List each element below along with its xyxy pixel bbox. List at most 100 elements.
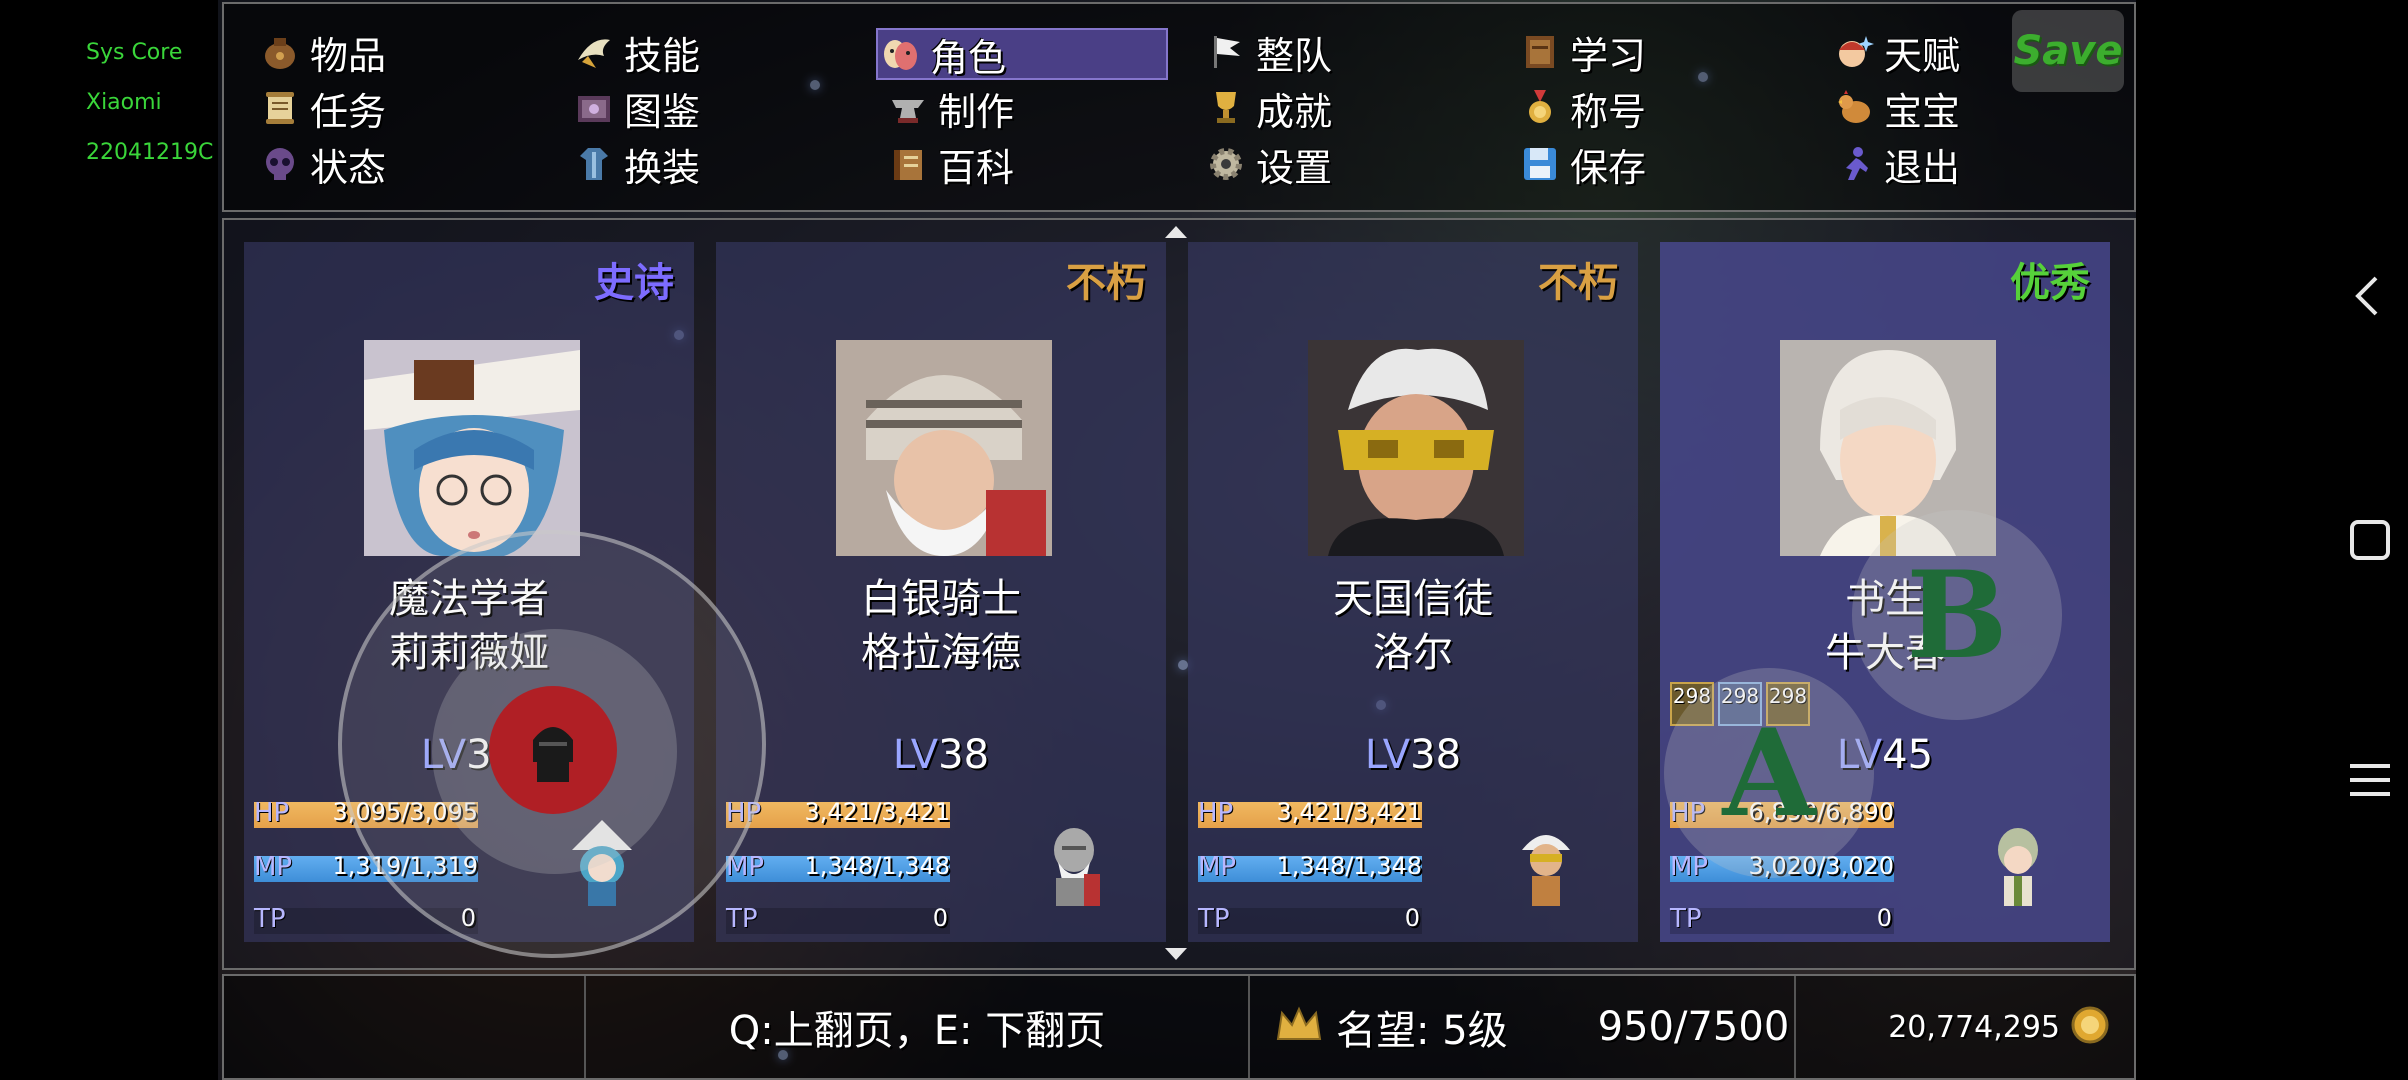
- menu-label: 保存: [1570, 145, 1647, 190]
- anvil-icon: [886, 86, 930, 130]
- menu-item-achievements[interactable]: 成就: [1204, 82, 1504, 134]
- character-sprite: [1034, 820, 1114, 910]
- level-prefix: LV: [892, 732, 939, 778]
- action-b-button[interactable]: B: [1852, 510, 2062, 720]
- menu-item-exit[interactable]: 退出: [1832, 138, 2132, 190]
- floppy-disk-icon: [1518, 142, 1562, 186]
- menu-label: 退出: [1884, 145, 1961, 190]
- character-sprite: [1506, 820, 1586, 910]
- menu-label: 技能: [624, 33, 701, 78]
- menu-label: 整队: [1256, 33, 1333, 78]
- gear-icon: [1204, 142, 1248, 186]
- menu-label: 图鉴: [624, 89, 701, 134]
- reputation-segment: 名望: 5级 950/7500: [1248, 976, 1794, 1078]
- character-level: LV38: [1188, 732, 1638, 778]
- page-down-arrow[interactable]: [1165, 948, 1187, 960]
- menu-item-skills[interactable]: 技能: [572, 26, 872, 78]
- gold-amount: 20,774,295: [1888, 1009, 2060, 1045]
- system-overlay: Sys Core Xiaomi 22041219C: [86, 28, 213, 178]
- hp-value: 3,421/3,421: [1276, 798, 1423, 826]
- back-icon[interactable]: [2342, 268, 2398, 324]
- character-level: LV38: [716, 732, 1166, 778]
- character-sprite: [1978, 820, 2058, 910]
- trophy-icon: [1204, 86, 1248, 130]
- gold-coin-icon: [2070, 1005, 2110, 1049]
- paging-hint-segment: Q:上翻页，E: 下翻页: [584, 976, 1248, 1078]
- menu-item-character[interactable]: 角色: [876, 28, 1168, 80]
- paging-hint: Q:上翻页，E: 下翻页: [728, 1008, 1106, 1054]
- tp-value: 0: [1876, 904, 1892, 932]
- book-icon: [1518, 30, 1562, 74]
- skill-wing-icon: [572, 30, 616, 74]
- page-up-arrow[interactable]: [1165, 226, 1187, 238]
- action-a-button[interactable]: A: [1664, 668, 1874, 878]
- reputation-progress: 950/7500: [1597, 1004, 1790, 1050]
- menu-item-items[interactable]: 物品: [258, 26, 558, 78]
- tp-value: 0: [1404, 904, 1420, 932]
- level-value: 38: [938, 732, 990, 778]
- character-card[interactable]: 不朽 白银骑士 格拉海德 LV38 HP 3,421/3,421 MP 1,34…: [716, 242, 1166, 942]
- menu-item-status[interactable]: 状态: [258, 138, 558, 190]
- overlay-line-1: Sys Core: [86, 40, 183, 65]
- menu-item-titles[interactable]: 称号: [1518, 82, 1818, 134]
- exit-runner-icon: [1832, 142, 1876, 186]
- character-class: 白银骑士: [861, 576, 1021, 622]
- android-navigation-bar: [2330, 0, 2408, 1080]
- virtual-joystick[interactable]: [338, 530, 766, 958]
- crown-icon: [1276, 1005, 1322, 1049]
- menu-label: 宝宝: [1884, 89, 1961, 134]
- level-value: 38: [1410, 732, 1462, 778]
- menu-label: 成就: [1256, 89, 1333, 134]
- mp-value: 1,348/1,348: [804, 852, 951, 880]
- catalog-book-icon: [572, 86, 616, 130]
- bottom-empty-segment: [224, 976, 584, 1078]
- outfit-icon: [572, 142, 616, 186]
- character-portrait: [364, 340, 580, 556]
- level-prefix: LV: [1364, 732, 1411, 778]
- menu-item-learn[interactable]: 学习: [1518, 26, 1818, 78]
- character-name: 格拉海德: [861, 630, 1021, 676]
- rarity-label: 不朽: [1538, 260, 1618, 306]
- recents-menu-icon[interactable]: [2342, 752, 2398, 808]
- menu-item-codex[interactable]: 图鉴: [572, 82, 872, 134]
- menu-label: 制作: [938, 89, 1015, 134]
- menu-label: 换装: [624, 145, 701, 190]
- rarity-label: 史诗: [594, 260, 674, 306]
- menu-label: 称号: [1570, 89, 1647, 134]
- game-screen: 物品 技能 角色 整队 学习 天赋 任务 图鉴 制作 成就 称号 宝宝 状态 换…: [218, 0, 2136, 1080]
- mask-icon: [878, 32, 922, 76]
- bag-icon: [258, 30, 302, 74]
- medal-icon: [1518, 86, 1562, 130]
- save-button[interactable]: Save: [2012, 10, 2124, 92]
- joystick-knob[interactable]: [489, 686, 617, 814]
- flag-icon: [1204, 30, 1248, 74]
- knight-helmet-icon: [533, 727, 573, 782]
- talent-face-icon: [1832, 30, 1876, 74]
- menu-label: 百科: [938, 145, 1015, 190]
- menu-item-formation[interactable]: 整队: [1204, 26, 1504, 78]
- menu-item-save[interactable]: 保存: [1518, 138, 1818, 190]
- menu-item-outfit[interactable]: 换装: [572, 138, 872, 190]
- menu-item-quests[interactable]: 任务: [258, 82, 558, 134]
- home-square-icon[interactable]: [2342, 512, 2398, 568]
- chicken-icon: [1832, 86, 1876, 130]
- character-name: 洛尔: [1373, 630, 1453, 676]
- rarity-label: 优秀: [2010, 260, 2090, 306]
- character-class: 天国信徒: [1333, 576, 1493, 622]
- menu-item-settings[interactable]: 设置: [1204, 138, 1504, 190]
- menu-item-craft[interactable]: 制作: [886, 82, 1186, 134]
- tp-value: 0: [932, 904, 948, 932]
- scroll-icon: [258, 86, 302, 130]
- hp-value: 3,421/3,421: [804, 798, 951, 826]
- character-card[interactable]: 不朽 天国信徒 洛尔 LV38 HP 3,421/3,421 MP 1,348/…: [1188, 242, 1638, 942]
- character-portrait: [836, 340, 1052, 556]
- menu-label: 天赋: [1884, 33, 1961, 78]
- menu-item-encyclopedia[interactable]: 百科: [886, 138, 1186, 190]
- menu-label: 设置: [1256, 145, 1333, 190]
- menu-label: 状态: [310, 145, 387, 190]
- encyclopedia-icon: [886, 142, 930, 186]
- mp-value: 1,348/1,348: [1276, 852, 1423, 880]
- menu-label: 任务: [310, 89, 387, 134]
- overlay-line-3: 22041219C: [86, 140, 214, 165]
- skull-icon: [258, 142, 302, 186]
